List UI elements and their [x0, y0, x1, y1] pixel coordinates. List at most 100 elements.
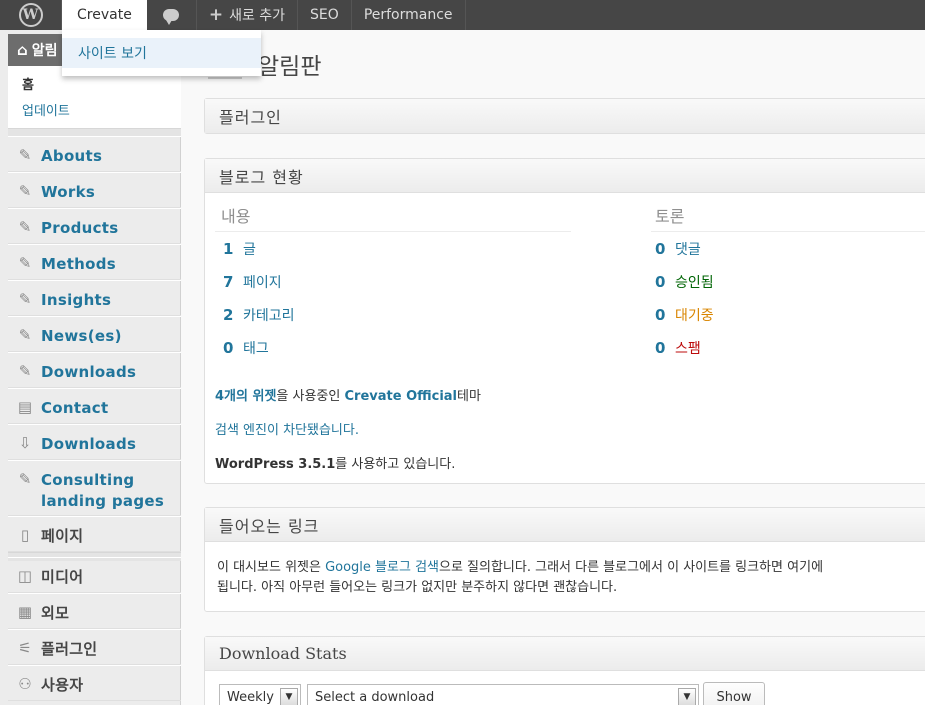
submenu-home[interactable]: 홈 — [22, 74, 34, 93]
download-stats-widget: Download Stats Weekly ▼ Select a downloa… — [204, 636, 925, 705]
incoming-links-widget: 들어오는 링크 이 대시보드 위젯은 Google 블로그 검색으로 질의합니다… — [204, 507, 925, 612]
right-now-widget: 블로그 현황 내용 토론 1 글 7 페이지 2 카테고리 0 태그 0 댓글 … — [204, 158, 925, 484]
stat-pages[interactable]: 7 페이지 — [223, 272, 282, 292]
google-blog-search-link[interactable]: Google 블로그 검색 — [325, 560, 439, 575]
sidebar-item-works[interactable]: ✎ Works — [8, 172, 181, 208]
wordpress-version-suffix: 를 사용하고 있습니다. — [335, 457, 456, 472]
sidebar-item-abouts[interactable]: ✎ Abouts — [8, 136, 181, 172]
main-content: 알림판 플러그인 블로그 현황 내용 토론 1 글 7 페이지 2 카테고리 0… — [182, 30, 925, 705]
stat-tags[interactable]: 0 태그 — [223, 338, 269, 358]
stat-label: 페이지 — [243, 275, 282, 291]
stat-label: 카테고리 — [243, 308, 295, 324]
home-icon: ⌂ — [17, 41, 28, 59]
sidebar-item-label: 플러그인 — [41, 640, 98, 658]
pin-icon: ✎ — [18, 254, 32, 272]
stat-label: 승인됨 — [675, 275, 714, 291]
stat-count: 2 — [223, 306, 234, 324]
wordpress-logo-menu[interactable]: W — [0, 0, 62, 30]
pin-icon: ✎ — [18, 182, 32, 200]
content-column-title: 내용 — [221, 207, 251, 226]
stat-comments[interactable]: 0 댓글 — [655, 239, 701, 259]
sidebar-item-methods[interactable]: ✎ Methods — [8, 244, 181, 280]
stat-approved[interactable]: 0 승인됨 — [655, 272, 714, 292]
stat-count: 0 — [655, 306, 666, 324]
stat-label: 태그 — [243, 341, 269, 357]
sidebar-item-label: Downloads — [41, 435, 137, 453]
incoming-text-line2: 됩니다. 아직 아무런 들어오는 링크가 없지만 분주하지 않다면 괜찮습니다. — [217, 580, 618, 595]
column-divider — [215, 231, 571, 232]
download-select-value: Select a download — [315, 689, 435, 705]
stat-count: 0 — [655, 273, 666, 291]
site-name-menu[interactable]: Crevate — [62, 0, 147, 30]
stat-count: 0 — [655, 240, 666, 258]
search-engines-blocked-link[interactable]: 검색 엔진이 차단됐습니다. — [215, 419, 359, 438]
view-site-link[interactable]: 사이트 보기 — [62, 38, 261, 68]
sidebar-item-label: 페이지 — [41, 527, 84, 545]
form-icon: ▤ — [17, 398, 33, 416]
submenu-updates[interactable]: 업데이트 — [22, 100, 70, 119]
sidebar-item-consulting-landing-pages[interactable]: ✎ Consulting landing pages — [8, 460, 181, 516]
appearance-icon: ▦ — [17, 603, 33, 621]
performance-menu[interactable]: Performance — [352, 0, 466, 30]
sidebar-item-products[interactable]: ✎ Products — [8, 208, 181, 244]
sidebar-item-pages[interactable]: ▯ 페이지 — [8, 516, 181, 552]
stat-spam[interactable]: 0 스팸 — [655, 338, 701, 358]
sidebar-item-label: Contact — [41, 399, 109, 417]
widget-header[interactable]: 플러그인 — [205, 99, 925, 133]
stat-label: 글 — [243, 242, 256, 258]
media-icon: ◫ — [17, 567, 33, 585]
stat-label: 댓글 — [675, 242, 701, 258]
download-select[interactable]: Select a download ▼ — [307, 684, 699, 705]
wordpress-version: WordPress 3.5.1 — [215, 457, 336, 472]
sidebar-item-dashboard[interactable]: ⌂ 알림 — [8, 34, 63, 66]
widgets-count-link[interactable]: 4개의 위젯 — [215, 389, 276, 404]
theme-name-link[interactable]: Crevate Official — [345, 389, 458, 404]
incoming-links-text: 이 대시보드 위젯은 Google 블로그 검색으로 질의합니다. 그래서 다른… — [217, 558, 925, 598]
wordpress-logo-icon: W — [18, 3, 43, 27]
stat-pending[interactable]: 0 대기중 — [655, 305, 714, 325]
pin-icon: ✎ — [18, 290, 32, 308]
plugins-widget: 플러그인 — [204, 98, 925, 134]
stat-posts[interactable]: 1 글 — [223, 239, 256, 259]
incoming-text-prefix: 이 대시보드 위젯은 — [217, 560, 326, 575]
chevron-down-icon: ▼ — [280, 688, 298, 705]
sidebar-item-media[interactable]: ◫ 미디어 — [8, 557, 181, 593]
period-select-value: Weekly — [227, 689, 274, 705]
admin-sidebar: ⌂ 알림 홈 업데이트 ✎ Abouts ✎ Works ✎ Products … — [0, 30, 181, 705]
stat-label: 스팸 — [675, 341, 701, 357]
sidebar-item-label: Abouts — [41, 147, 103, 165]
site-name-dropdown: 사이트 보기 — [62, 30, 261, 76]
comments-menu[interactable] — [147, 0, 197, 30]
widget-title: 플러그인 — [219, 108, 282, 127]
sidebar-item-downloads[interactable]: ✎ Downloads — [8, 352, 181, 388]
sidebar-item-appearance[interactable]: ▦ 외모 — [8, 593, 181, 629]
comment-bubble-icon — [163, 9, 180, 25]
stat-count: 7 — [223, 273, 234, 291]
sidebar-item-label: 알림 — [31, 43, 58, 59]
wordpress-version-info: WordPress 3.5.1를 사용하고 있습니다. — [215, 453, 455, 472]
widget-title: 블로그 현황 — [219, 167, 304, 187]
widget-header[interactable]: 블로그 현황 — [205, 159, 925, 193]
show-button[interactable]: Show — [703, 682, 765, 705]
discussion-column-title: 토론 — [655, 207, 685, 226]
sidebar-item-users[interactable]: ⚇ 사용자 — [8, 665, 181, 701]
seo-menu[interactable]: SEO — [298, 0, 352, 30]
stat-categories[interactable]: 2 카테고리 — [223, 305, 295, 325]
sidebar-item-contact[interactable]: ▤ Contact — [8, 388, 181, 424]
widget-header[interactable]: Download Stats — [205, 637, 925, 671]
pin-icon: ✎ — [18, 470, 32, 488]
sidebar-item-insights[interactable]: ✎ Insights — [8, 280, 181, 316]
new-content-menu[interactable]: + 새로 추가 — [197, 0, 299, 30]
pin-icon: ✎ — [18, 218, 32, 236]
pages-icon: ▯ — [20, 526, 30, 544]
chevron-down-icon: ▼ — [678, 688, 696, 705]
sidebar-item-news[interactable]: ✎ News(es) — [8, 316, 181, 352]
sidebar-item-label: Downloads — [41, 363, 137, 381]
widget-header[interactable]: 들어오는 링크 — [205, 508, 925, 542]
download-icon: ⇩ — [18, 434, 32, 452]
period-select[interactable]: Weekly ▼ — [219, 684, 301, 705]
sidebar-item-label: News(es) — [41, 327, 122, 345]
sidebar-item-plugins[interactable]: ⚟ 플러그인 — [8, 629, 181, 665]
admin-bar: W Crevate + 새로 추가 SEO Performance — [0, 0, 925, 30]
sidebar-item-downloads-monitor[interactable]: ⇩ Downloads — [8, 424, 181, 460]
